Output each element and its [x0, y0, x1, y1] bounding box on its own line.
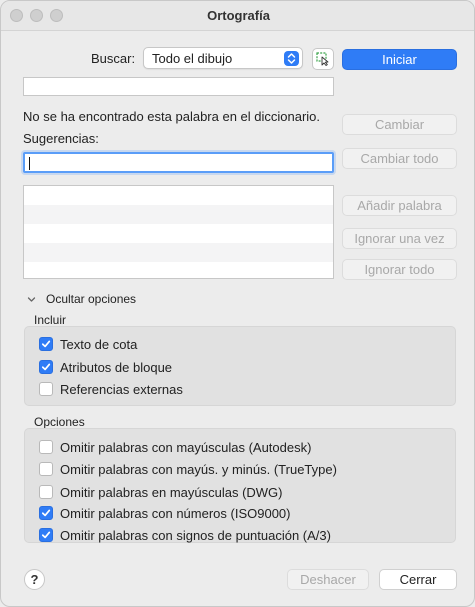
suggestions-list[interactable]: [23, 185, 334, 279]
checkbox-label: Omitir palabras con números (ISO9000): [60, 506, 291, 521]
checkbox-unchecked: [39, 382, 53, 396]
checkbox-checked: [39, 528, 53, 542]
list-item[interactable]: [24, 243, 333, 262]
hide-options-label: Ocultar opciones: [46, 292, 137, 306]
list-item[interactable]: [24, 262, 333, 278]
title-bar: Ortografía: [1, 1, 474, 31]
misspelled-word-field[interactable]: [23, 77, 334, 96]
undo-button[interactable]: Deshacer: [287, 569, 369, 590]
ignore-once-button[interactable]: Ignorar una vez: [342, 228, 457, 249]
checkbox-label: Omitir palabras con mayúsculas (Autodesk…: [60, 440, 312, 455]
suggestion-input[interactable]: [23, 152, 334, 173]
options-title: Opciones: [34, 415, 85, 429]
change-all-button[interactable]: Cambiar todo: [342, 148, 457, 169]
options-group: Omitir palabras con mayúsculas (Autodesk…: [24, 428, 456, 543]
checkbox-label: Omitir palabras con mayús. y minús. (Tru…: [60, 462, 337, 477]
include-block-attributes-checkbox[interactable]: Atributos de bloque: [39, 360, 339, 378]
ignore-mixed-case-truetype-checkbox[interactable]: Omitir palabras con mayús. y minús. (Tru…: [39, 462, 439, 480]
list-item[interactable]: [24, 224, 333, 243]
ignore-uppercase-autodesk-checkbox[interactable]: Omitir palabras con mayúsculas (Autodesk…: [39, 440, 439, 458]
ignore-all-caps-dwg-checkbox[interactable]: Omitir palabras en mayúsculas (DWG): [39, 485, 439, 503]
include-title: Incluir: [34, 313, 67, 327]
suggestions-label: Sugerencias:: [23, 131, 99, 146]
select-objects-button[interactable]: [312, 48, 334, 70]
chevron-down-icon: [27, 297, 36, 302]
checkbox-unchecked: [39, 485, 53, 499]
checkbox-label: Texto de cota: [60, 337, 138, 352]
chevron-updown-icon: [284, 51, 299, 66]
checkbox-checked: [39, 360, 53, 374]
checkbox-unchecked: [39, 462, 53, 476]
help-button[interactable]: ?: [24, 569, 45, 590]
search-scope-label: Buscar:: [91, 51, 136, 66]
checkbox-label: Referencias externas: [60, 382, 183, 397]
ignore-punctuation-a3-checkbox[interactable]: Omitir palabras con signos de puntuación…: [39, 528, 439, 546]
include-external-references-checkbox[interactable]: Referencias externas: [39, 382, 339, 400]
status-message: No se ha encontrado esta palabra en el d…: [23, 109, 321, 124]
close-button[interactable]: Cerrar: [379, 569, 457, 590]
hide-options-toggle[interactable]: Ocultar opciones: [27, 292, 177, 307]
list-item[interactable]: [24, 205, 333, 224]
checkbox-checked: [39, 506, 53, 520]
search-scope-select[interactable]: Todo el dibujo: [143, 47, 303, 69]
add-word-button[interactable]: Añadir palabra: [342, 195, 457, 216]
include-group: Texto de cota Atributos de bloque Refere…: [24, 326, 456, 406]
checkbox-label: Atributos de bloque: [60, 360, 173, 375]
checkbox-label: Omitir palabras con signos de puntuación…: [60, 528, 331, 543]
start-button[interactable]: Iniciar: [342, 49, 457, 70]
window-title: Ortografía: [207, 8, 270, 23]
list-item[interactable]: [24, 186, 333, 205]
text-caret: [29, 157, 30, 170]
select-objects-icon: [316, 52, 329, 66]
change-button[interactable]: Cambiar: [342, 114, 457, 135]
checkbox-label: Omitir palabras en mayúsculas (DWG): [60, 485, 283, 500]
checkbox-unchecked: [39, 440, 53, 454]
search-scope-value: Todo el dibujo: [152, 51, 233, 66]
checkbox-checked: [39, 337, 53, 351]
ignore-numbers-iso9000-checkbox[interactable]: Omitir palabras con números (ISO9000): [39, 506, 439, 524]
spelling-dialog: Ortografía Buscar: Todo el dibujo Inicia…: [0, 0, 475, 607]
include-dimension-text-checkbox[interactable]: Texto de cota: [39, 337, 339, 355]
ignore-all-button[interactable]: Ignorar todo: [342, 259, 457, 280]
